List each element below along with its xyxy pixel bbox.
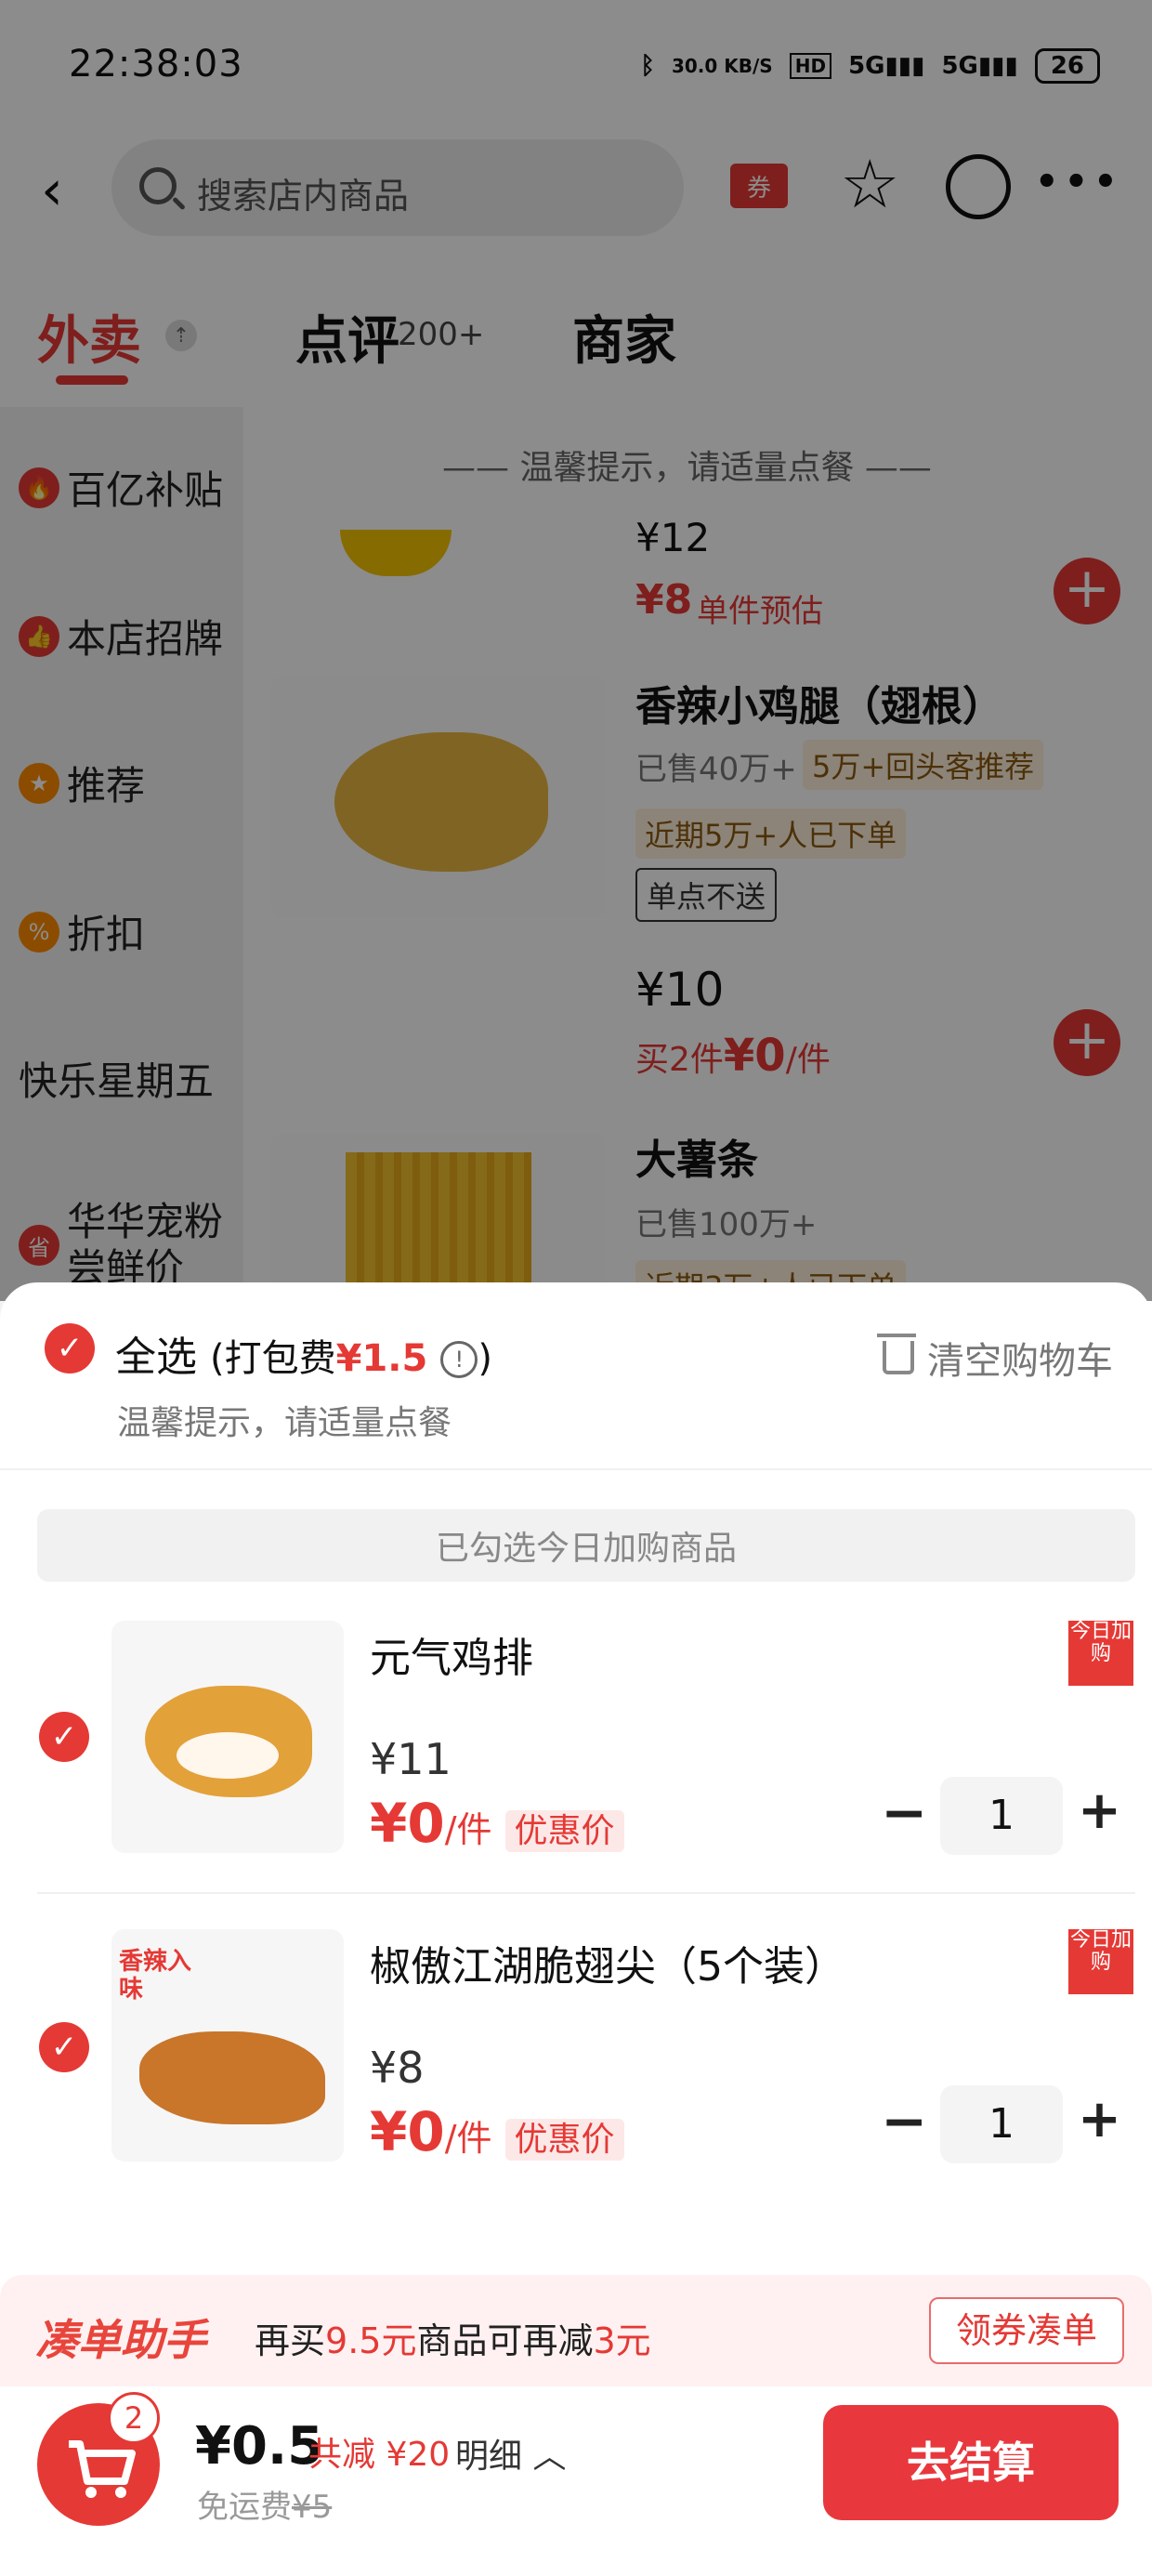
order-helper-text: 再买9.5元商品可再减3元 [255, 2320, 651, 2361]
cart-item-price: ¥0/件 优惠价 [370, 1792, 624, 1855]
cart-item-image[interactable] [111, 1621, 344, 1853]
cart-count-badge: 2 [108, 2392, 160, 2444]
trash-icon [877, 1334, 916, 1374]
item-checkbox[interactable]: ✓ [39, 1712, 89, 1762]
cart-tip: 温馨提示，请适量点餐 [117, 1404, 452, 1442]
select-all-label[interactable]: 全选 (打包费¥1.5 !) [115, 1323, 492, 1383]
decrease-button[interactable]: − [881, 2089, 927, 2154]
item-checkbox[interactable]: ✓ [39, 2022, 89, 2072]
cart-item-orig-price: ¥8 [370, 2043, 425, 2093]
cart-item-price: ¥0/件 优惠价 [370, 2100, 624, 2163]
increase-button[interactable]: + [1078, 2089, 1121, 2149]
get-coupon-button[interactable]: 领券凑单 [929, 2297, 1124, 2364]
total-discount: 共减 ¥20 [308, 2436, 451, 2474]
total-price: ¥0.5 [195, 2416, 324, 2477]
price-detail-toggle[interactable]: 明细 ︿ [455, 2429, 566, 2477]
shipping-info: 免运费¥5 [197, 2489, 333, 2526]
divider [37, 1892, 1135, 1894]
divider [0, 1468, 1152, 1470]
chevron-up-icon: ︿ [532, 2438, 567, 2476]
quantity-value[interactable]: 1 [940, 1777, 1063, 1855]
promo-tag: 优惠价 [504, 1810, 624, 1852]
info-icon[interactable]: ! [440, 1341, 478, 1378]
cart-item-name: 椒傲江湖脆翅尖（5个装） [370, 1943, 845, 1991]
decrease-button[interactable]: − [881, 1781, 927, 1846]
select-all-checkbox[interactable]: ✓ [45, 1323, 95, 1373]
dim-overlay[interactable] [0, 0, 1152, 1301]
cart-item-orig-price: ¥11 [370, 1734, 452, 1784]
added-today-banner: 已勾选今日加购商品 [37, 1509, 1135, 1582]
order-helper-title: 凑单助手 [35, 2315, 206, 2365]
promo-tag: 优惠价 [504, 2119, 624, 2161]
quantity-value[interactable]: 1 [940, 2085, 1063, 2163]
added-today-ribbon: 今日加购 [1068, 1621, 1133, 1686]
cart-item-image[interactable]: 香辣入味 [111, 1929, 344, 2162]
increase-button[interactable]: + [1078, 1781, 1121, 1841]
cart-item-name: 元气鸡排 [370, 1635, 533, 1682]
added-today-ribbon: 今日加购 [1068, 1929, 1133, 1994]
checkout-button[interactable]: 去结算 [823, 2405, 1119, 2520]
clear-cart-button[interactable]: 清空购物车 [877, 1331, 1113, 1385]
